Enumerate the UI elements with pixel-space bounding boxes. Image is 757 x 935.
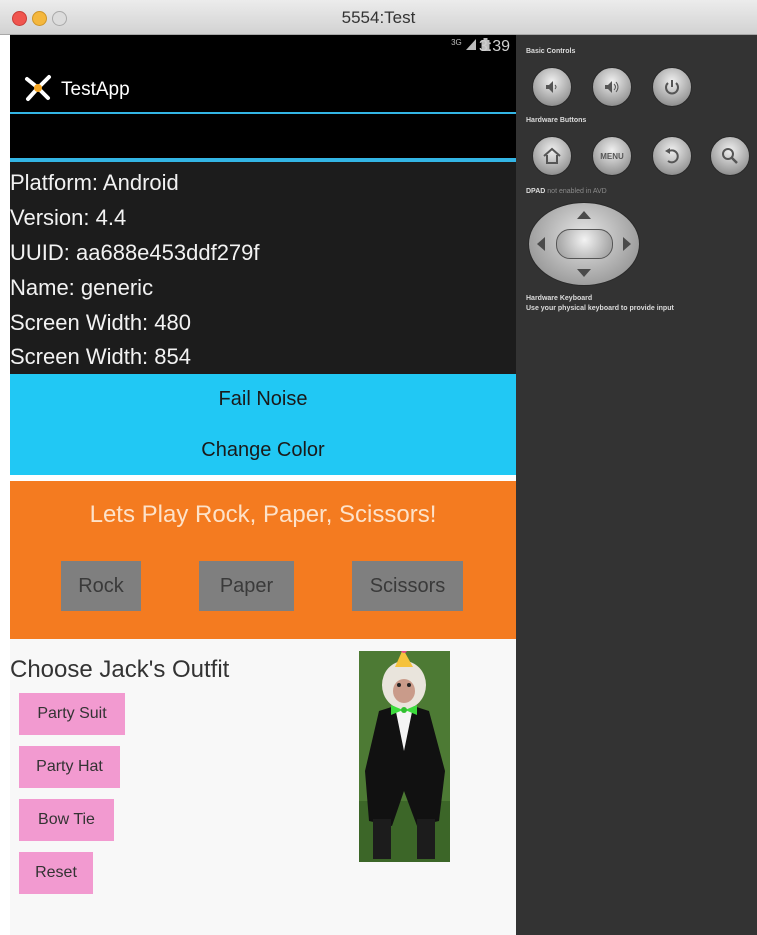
status-bar: 3G 3:39 [10, 35, 516, 58]
dpad-note: not enabled in AVD [547, 188, 607, 195]
fail-noise-button[interactable]: Fail Noise [10, 388, 516, 411]
app-title: TestApp [61, 79, 130, 100]
dpad-icon[interactable] [528, 202, 640, 286]
game-title: Lets Play Rock, Paper, Scissors! [89, 501, 437, 528]
menu-label: MENU [600, 151, 624, 161]
home-button[interactable] [532, 136, 572, 176]
power-button[interactable] [652, 67, 692, 107]
reset-button[interactable]: Reset [19, 852, 93, 894]
change-color-button[interactable]: Change Color [10, 439, 516, 462]
info-name: Name: generic [10, 275, 154, 300]
tab-strip [10, 114, 516, 158]
volume-up-icon [605, 81, 619, 93]
actions-panel: Fail Noise Change Color [10, 374, 516, 475]
dpad-title: DPAD [526, 188, 546, 195]
volume-down-button[interactable] [532, 67, 572, 107]
paper-button[interactable]: Paper [199, 561, 294, 611]
info-screen-height: Screen Width: 854 [10, 344, 191, 369]
status-time: 3:39 [478, 38, 510, 55]
back-icon [665, 148, 679, 164]
window-titlebar: 5554:Test [0, 0, 757, 35]
scissors-button[interactable]: Scissors [352, 561, 463, 611]
party-suit-button[interactable]: Party Suit [19, 693, 125, 735]
info-uuid: UUID: aa688e453ddf279f [10, 240, 260, 265]
info-platform: Platform: Android [10, 170, 179, 195]
search-icon [722, 148, 738, 164]
power-icon [665, 80, 679, 95]
info-version: Version: 4.4 [10, 205, 127, 230]
keyboard-title: Hardware Keyboard [526, 295, 593, 302]
emulator-screen: 3G 3:39 TestApp Platform: Android Versio… [10, 35, 516, 935]
info-screen-width: Screen Width: 480 [10, 310, 191, 335]
rock-button[interactable]: Rock [61, 561, 141, 611]
hardware-buttons-label: Hardware Buttons [526, 117, 587, 124]
basic-controls-label: Basic Controls [526, 48, 576, 55]
signal-icon: 3G [451, 38, 481, 54]
rps-game-panel: Lets Play Rock, Paper, Scissors! Rock Pa… [10, 481, 516, 639]
app-logo-icon[interactable] [24, 74, 52, 102]
dpad-label: DPAD not enabled in AVD [526, 188, 607, 195]
volume-down-icon [546, 81, 557, 93]
window-title: 5554:Test [341, 8, 416, 27]
jack-monkey-image [359, 651, 450, 862]
signal-text: 3G [451, 38, 462, 47]
menu-button[interactable]: MENU [592, 136, 632, 176]
bow-tie-button[interactable]: Bow Tie [19, 799, 114, 841]
search-button[interactable] [710, 136, 750, 176]
emulator-controls-panel: Basic Controls Hardware Buttons MENU DPA… [516, 35, 757, 935]
back-button[interactable] [652, 136, 692, 176]
dpad-center-button[interactable] [556, 229, 613, 259]
party-hat-button[interactable]: Party Hat [19, 746, 120, 788]
action-bar: TestApp [10, 58, 516, 112]
outfit-title: Choose Jack's Outfit [10, 656, 230, 683]
home-icon [543, 147, 561, 164]
keyboard-note: Use your physical keyboard to provide in… [526, 305, 674, 312]
device-info-panel: Platform: Android Version: 4.4 UUID: aa6… [10, 162, 516, 374]
volume-up-button[interactable] [592, 67, 632, 107]
